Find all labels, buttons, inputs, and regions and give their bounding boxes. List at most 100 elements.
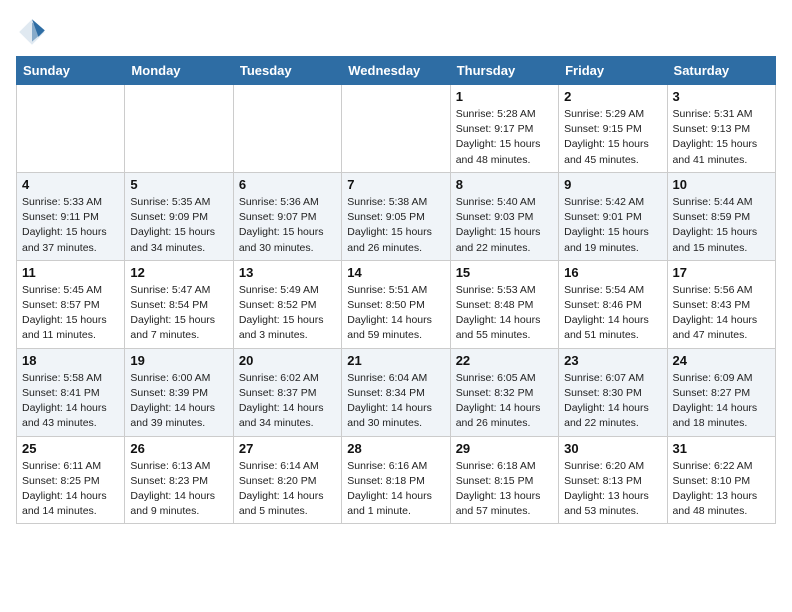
calendar-cell: 11 Sunrise: 5:45 AM Sunset: 8:57 PM Dayli… <box>17 260 125 348</box>
calendar-cell: 21Sunrise: 6:04 AM Sunset: 8:34 PM Dayli… <box>342 348 450 436</box>
calendar-cell: 29Sunrise: 6:18 AM Sunset: 8:15 PM Dayli… <box>450 436 558 524</box>
calendar-cell <box>233 85 341 173</box>
day-number: 27 <box>239 441 336 456</box>
day-number: 20 <box>239 353 336 368</box>
day-number: 4 <box>22 177 119 192</box>
calendar-cell: 12Sunrise: 5:47 AM Sunset: 8:54 PM Dayli… <box>125 260 233 348</box>
calendar-cell: 28 Sunrise: 6:16 AM Sunset: 8:18 PM Dayli… <box>342 436 450 524</box>
day-number: 30 <box>564 441 661 456</box>
header-day-sunday: Sunday <box>17 57 125 85</box>
week-row-4: 18Sunrise: 5:58 AM Sunset: 8:41 PM Dayli… <box>17 348 776 436</box>
day-number: 28 <box>347 441 444 456</box>
day-number: 1 <box>456 89 553 104</box>
day-info: Sunrise: 5:33 AM Sunset: 9:11 PM Dayligh… <box>22 195 119 256</box>
header-day-friday: Friday <box>559 57 667 85</box>
calendar-cell <box>17 85 125 173</box>
day-info: Sunrise: 6:16 AM Sunset: 8:18 PM Dayligh… <box>347 459 444 520</box>
day-info: Sunrise: 6:11 AM Sunset: 8:25 PM Dayligh… <box>22 459 119 520</box>
week-row-1: 1 Sunrise: 5:28 AM Sunset: 9:17 PM Daylig… <box>17 85 776 173</box>
calendar-cell <box>125 85 233 173</box>
header-day-saturday: Saturday <box>667 57 775 85</box>
calendar-cell: 18Sunrise: 5:58 AM Sunset: 8:41 PM Dayli… <box>17 348 125 436</box>
day-number: 23 <box>564 353 661 368</box>
day-number: 5 <box>130 177 227 192</box>
day-info: Sunrise: 5:31 AM Sunset: 9:13 PM Dayligh… <box>673 107 770 168</box>
day-info: Sunrise: 5:28 AM Sunset: 9:17 PM Dayligh… <box>456 107 553 168</box>
day-info: Sunrise: 6:09 AM Sunset: 8:27 PM Dayligh… <box>673 371 770 432</box>
calendar-cell: 7 Sunrise: 5:38 AM Sunset: 9:05 PM Daylig… <box>342 172 450 260</box>
day-number: 8 <box>456 177 553 192</box>
day-info: Sunrise: 6:14 AM Sunset: 8:20 PM Dayligh… <box>239 459 336 520</box>
calendar-cell: 15 Sunrise: 5:53 AM Sunset: 8:48 PM Dayli… <box>450 260 558 348</box>
calendar-header: SundayMondayTuesdayWednesdayThursdayFrid… <box>17 57 776 85</box>
header-day-tuesday: Tuesday <box>233 57 341 85</box>
day-info: Sunrise: 6:13 AM Sunset: 8:23 PM Dayligh… <box>130 459 227 520</box>
calendar-cell: 19 Sunrise: 6:00 AM Sunset: 8:39 PM Dayli… <box>125 348 233 436</box>
day-info: Sunrise: 5:45 AM Sunset: 8:57 PM Dayligh… <box>22 283 119 344</box>
calendar-cell: 30 Sunrise: 6:20 AM Sunset: 8:13 PM Dayli… <box>559 436 667 524</box>
calendar-cell: 8 Sunrise: 5:40 AM Sunset: 9:03 PM Daylig… <box>450 172 558 260</box>
calendar-cell: 23 Sunrise: 6:07 AM Sunset: 8:30 PM Dayli… <box>559 348 667 436</box>
day-number: 15 <box>456 265 553 280</box>
calendar-cell: 16Sunrise: 5:54 AM Sunset: 8:46 PM Dayli… <box>559 260 667 348</box>
day-info: Sunrise: 5:38 AM Sunset: 9:05 PM Dayligh… <box>347 195 444 256</box>
day-number: 13 <box>239 265 336 280</box>
day-info: Sunrise: 5:42 AM Sunset: 9:01 PM Dayligh… <box>564 195 661 256</box>
day-number: 19 <box>130 353 227 368</box>
header-day-thursday: Thursday <box>450 57 558 85</box>
calendar-cell: 24Sunrise: 6:09 AM Sunset: 8:27 PM Dayli… <box>667 348 775 436</box>
day-number: 9 <box>564 177 661 192</box>
calendar-cell: 1 Sunrise: 5:28 AM Sunset: 9:17 PM Daylig… <box>450 85 558 173</box>
day-info: Sunrise: 5:53 AM Sunset: 8:48 PM Dayligh… <box>456 283 553 344</box>
day-info: Sunrise: 6:00 AM Sunset: 8:39 PM Dayligh… <box>130 371 227 432</box>
day-info: Sunrise: 5:29 AM Sunset: 9:15 PM Dayligh… <box>564 107 661 168</box>
calendar-cell <box>342 85 450 173</box>
calendar-cell: 3Sunrise: 5:31 AM Sunset: 9:13 PM Daylig… <box>667 85 775 173</box>
day-number: 14 <box>347 265 444 280</box>
calendar-cell: 25 Sunrise: 6:11 AM Sunset: 8:25 PM Dayli… <box>17 436 125 524</box>
calendar-cell: 20 Sunrise: 6:02 AM Sunset: 8:37 PM Dayli… <box>233 348 341 436</box>
calendar-body: 1 Sunrise: 5:28 AM Sunset: 9:17 PM Daylig… <box>17 85 776 524</box>
calendar-cell: 17 Sunrise: 5:56 AM Sunset: 8:43 PM Dayli… <box>667 260 775 348</box>
page-header <box>16 16 776 48</box>
calendar-cell: 22 Sunrise: 6:05 AM Sunset: 8:32 PM Dayli… <box>450 348 558 436</box>
calendar-cell: 4 Sunrise: 5:33 AM Sunset: 9:11 PM Daylig… <box>17 172 125 260</box>
calendar-cell: 27 Sunrise: 6:14 AM Sunset: 8:20 PM Dayli… <box>233 436 341 524</box>
day-number: 17 <box>673 265 770 280</box>
day-info: Sunrise: 6:05 AM Sunset: 8:32 PM Dayligh… <box>456 371 553 432</box>
calendar-cell: 31 Sunrise: 6:22 AM Sunset: 8:10 PM Dayli… <box>667 436 775 524</box>
day-info: Sunrise: 6:18 AM Sunset: 8:15 PM Dayligh… <box>456 459 553 520</box>
day-info: Sunrise: 5:51 AM Sunset: 8:50 PM Dayligh… <box>347 283 444 344</box>
day-info: Sunrise: 6:22 AM Sunset: 8:10 PM Dayligh… <box>673 459 770 520</box>
calendar-cell: 6 Sunrise: 5:36 AM Sunset: 9:07 PM Daylig… <box>233 172 341 260</box>
day-number: 25 <box>22 441 119 456</box>
calendar-cell: 13 Sunrise: 5:49 AM Sunset: 8:52 PM Dayli… <box>233 260 341 348</box>
day-number: 16 <box>564 265 661 280</box>
calendar-cell: 9 Sunrise: 5:42 AM Sunset: 9:01 PM Daylig… <box>559 172 667 260</box>
logo-icon <box>16 16 48 48</box>
day-info: Sunrise: 5:40 AM Sunset: 9:03 PM Dayligh… <box>456 195 553 256</box>
week-row-2: 4 Sunrise: 5:33 AM Sunset: 9:11 PM Daylig… <box>17 172 776 260</box>
calendar-cell: 5 Sunrise: 5:35 AM Sunset: 9:09 PM Daylig… <box>125 172 233 260</box>
week-row-3: 11 Sunrise: 5:45 AM Sunset: 8:57 PM Dayli… <box>17 260 776 348</box>
day-info: Sunrise: 5:35 AM Sunset: 9:09 PM Dayligh… <box>130 195 227 256</box>
day-number: 31 <box>673 441 770 456</box>
calendar-cell: 26 Sunrise: 6:13 AM Sunset: 8:23 PM Dayli… <box>125 436 233 524</box>
day-info: Sunrise: 6:02 AM Sunset: 8:37 PM Dayligh… <box>239 371 336 432</box>
header-row: SundayMondayTuesdayWednesdayThursdayFrid… <box>17 57 776 85</box>
day-number: 26 <box>130 441 227 456</box>
day-number: 18 <box>22 353 119 368</box>
day-info: Sunrise: 5:36 AM Sunset: 9:07 PM Dayligh… <box>239 195 336 256</box>
day-info: Sunrise: 6:04 AM Sunset: 8:34 PM Dayligh… <box>347 371 444 432</box>
day-info: Sunrise: 5:49 AM Sunset: 8:52 PM Dayligh… <box>239 283 336 344</box>
day-info: Sunrise: 5:44 AM Sunset: 8:59 PM Dayligh… <box>673 195 770 256</box>
day-info: Sunrise: 5:47 AM Sunset: 8:54 PM Dayligh… <box>130 283 227 344</box>
day-number: 7 <box>347 177 444 192</box>
day-info: Sunrise: 6:07 AM Sunset: 8:30 PM Dayligh… <box>564 371 661 432</box>
day-number: 6 <box>239 177 336 192</box>
day-info: Sunrise: 6:20 AM Sunset: 8:13 PM Dayligh… <box>564 459 661 520</box>
day-info: Sunrise: 5:56 AM Sunset: 8:43 PM Dayligh… <box>673 283 770 344</box>
day-number: 11 <box>22 265 119 280</box>
day-number: 22 <box>456 353 553 368</box>
calendar-cell: 14 Sunrise: 5:51 AM Sunset: 8:50 PM Dayli… <box>342 260 450 348</box>
